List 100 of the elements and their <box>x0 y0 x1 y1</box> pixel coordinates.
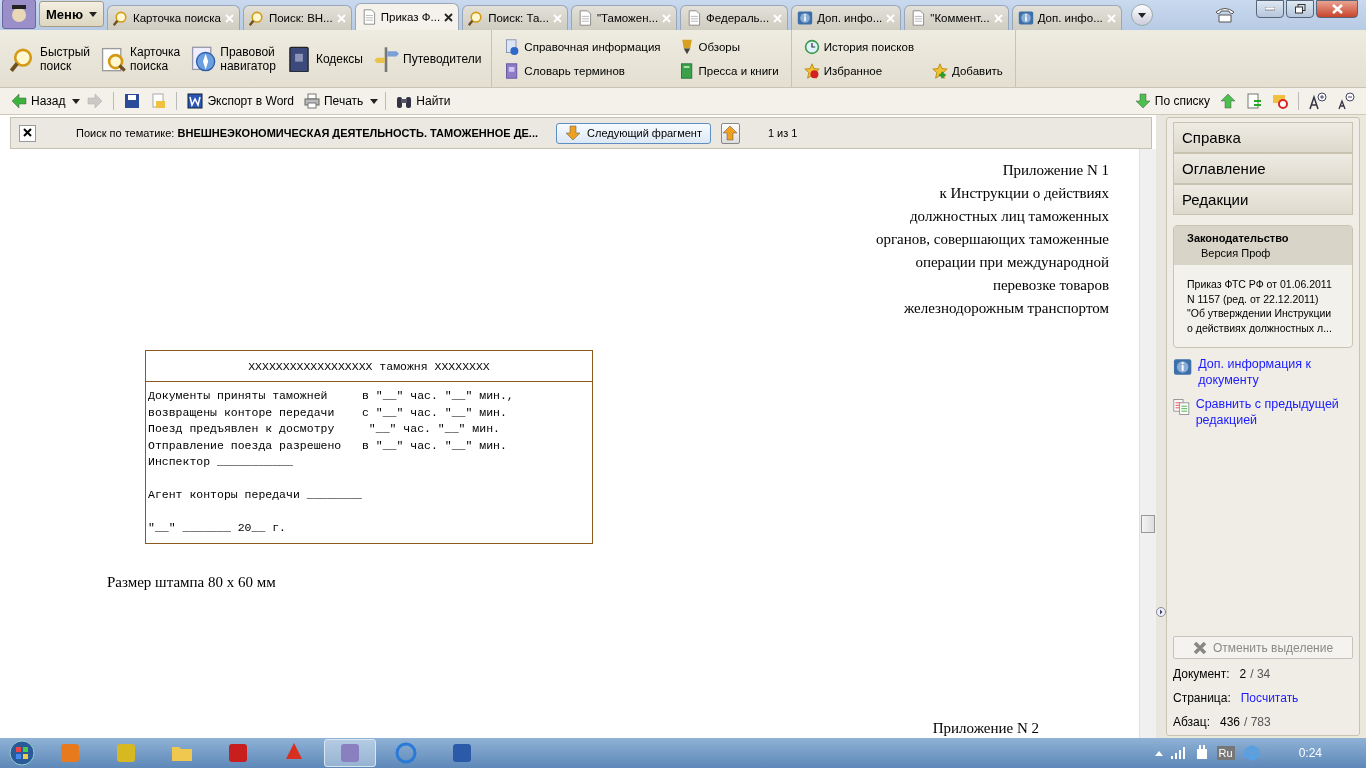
caret-up-icon <box>1154 750 1163 756</box>
star-icon <box>932 62 948 79</box>
sidebar-section[interactable]: Редакции <box>1173 184 1353 215</box>
tab[interactable]: "Коммент... <box>904 5 1009 30</box>
appendix-heading-line: операции при международной <box>915 253 1109 272</box>
sidebar-section[interactable]: Оглавление <box>1173 153 1353 184</box>
close-icon <box>1331 4 1343 14</box>
scrollbar-thumb <box>1141 514 1155 533</box>
fragment-counter: 1 из 1 <box>767 127 798 139</box>
language-indicator: Ru <box>1216 746 1235 760</box>
document-title-text: Приказ ФТС РФ от 01.06.2011 N 1157 (ред. от 22.12.2011) "Об утверждении Инструкции о действиях должностных л... <box>1186 277 1333 336</box>
sidebar-section[interactable]: Справка <box>1173 122 1353 153</box>
document-icon <box>686 10 703 26</box>
tab[interactable]: Федераль... <box>680 5 789 30</box>
tabs-dropdown-button[interactable] <box>1130 4 1153 26</box>
book-icon <box>678 62 695 79</box>
close-icon <box>1106 13 1116 23</box>
search-card-icon <box>100 45 126 72</box>
ribbon-link[interactable]: Пресса и книги <box>678 62 779 79</box>
tab[interactable]: Поиск: Та... <box>462 5 568 30</box>
find-button[interactable]: Найти <box>393 93 454 109</box>
expand-button[interactable] <box>1156 606 1166 618</box>
tab[interactable]: Доп. инфо... <box>1011 5 1122 30</box>
appendix-heading-line: Приложение N 1 <box>1002 161 1109 180</box>
document-arrows-icon <box>1246 93 1262 109</box>
document-icon <box>910 10 927 26</box>
info-icon <box>1017 10 1034 26</box>
ribbon-link[interactable]: Добавить <box>932 62 1003 79</box>
tab[interactable]: Приказ Ф... <box>354 3 460 30</box>
caret-icon <box>72 98 81 104</box>
close-button[interactable] <box>19 124 36 142</box>
font-increase-button[interactable] <box>1306 92 1330 110</box>
ribbon-link[interactable]: Словарь терминов <box>504 62 661 79</box>
next-fragment-button[interactable]: Следующий фрагмент <box>556 122 711 144</box>
caret-icon <box>89 11 97 17</box>
clock: 0:24 <box>1298 746 1322 760</box>
cross-icon <box>1192 640 1207 655</box>
status-label: Абзац: <box>1173 715 1210 731</box>
info-icon <box>797 10 814 26</box>
restore-button[interactable] <box>1286 0 1314 18</box>
ribbon-button[interactable]: Быстрый поиск <box>10 44 90 73</box>
signal-icon <box>1170 747 1187 759</box>
close-icon <box>224 13 234 23</box>
menu-button[interactable]: Меню <box>39 1 104 27</box>
appendix-heading-line: к Инструкции о действиях <box>939 184 1109 203</box>
by-list-button[interactable]: По списку <box>1131 93 1213 109</box>
minimize-icon <box>1265 7 1275 11</box>
sidebar-link[interactable]: Сравнить с предыдущей редакцией <box>1173 396 1353 428</box>
envelope-icon <box>150 93 167 109</box>
up-arrow-icon <box>1220 93 1236 109</box>
close-icon <box>552 13 562 23</box>
appendix-heading-line: должностных лиц таможенных <box>910 207 1109 226</box>
card-title: Законодательство <box>1187 232 1290 244</box>
taskbar-app[interactable] <box>324 739 376 767</box>
count-link[interactable]: Посчитать <box>1240 691 1299 707</box>
ribbon-link[interactable]: История поисков <box>803 38 914 55</box>
appendix-heading-line: железнодорожным транспортом <box>903 299 1109 318</box>
info-icon <box>1173 356 1193 378</box>
ribbon-link[interactable]: Избранное <box>803 62 914 79</box>
font-increase-icon <box>1309 92 1327 110</box>
back-button[interactable]: Назад <box>8 93 69 109</box>
ribbon-button[interactable]: Путеводители <box>373 45 482 72</box>
status-value: 2 <box>1239 667 1247 683</box>
ribbon-button[interactable]: Карточка поиска <box>100 44 181 73</box>
appendix-heading-line: перевозке товаров <box>992 276 1109 295</box>
stamp-line: Агент конторы передачи ________ <box>148 487 363 503</box>
appendix-heading-line: Приложение N 2 <box>932 719 1039 738</box>
close-icon <box>444 12 454 22</box>
tab[interactable]: Поиск: ВН... <box>242 5 352 30</box>
compass-icon <box>190 45 217 72</box>
down-arrow-icon <box>565 125 582 141</box>
ribbon-link[interactable]: Обзоры <box>678 38 779 55</box>
tab[interactable]: Доп. инфо... <box>791 5 902 30</box>
search-icon <box>113 10 129 26</box>
power-plug-icon <box>1194 745 1209 761</box>
stamp-title: XXXXXXXXXXXXXXXXXX таможня XXXXXXXX <box>248 359 490 373</box>
print-button[interactable]: Печать <box>301 93 367 109</box>
status-value: 436 <box>1220 715 1241 731</box>
stamp-line: Инспектор ___________ <box>148 454 294 470</box>
signpost-icon <box>373 45 399 72</box>
ribbon-button[interactable]: Кодексы <box>285 45 363 72</box>
export-word-button[interactable]: Экспорт в Word <box>184 93 297 109</box>
tab[interactable]: "Таможен... <box>570 5 678 30</box>
tab[interactable]: Карточка поиска <box>107 5 240 30</box>
status-label: Документ: <box>1173 667 1230 683</box>
stamp-line: "__" _______ 20__ г. <box>148 520 288 536</box>
up-arrow-icon <box>722 125 739 141</box>
printer-icon <box>304 93 320 109</box>
stamp-line: возвращены конторе передачи с "__" час. "__" мин. <box>148 404 508 421</box>
minimize-button[interactable] <box>1256 0 1284 18</box>
ribbon-button[interactable]: Правовой навигатор <box>190 44 276 73</box>
previous-fragment-button[interactable] <box>720 122 740 144</box>
card-subtitle: Версия Проф <box>1200 247 1272 259</box>
ribbon-link[interactable]: Справочная информация <box>504 38 661 55</box>
caret-icon <box>1137 12 1146 18</box>
app-logo <box>2 0 36 29</box>
no-marker-icon <box>1272 93 1288 109</box>
sidebar-link[interactable]: Доп. информация к документу <box>1173 356 1353 388</box>
windows-logo-icon <box>9 740 35 766</box>
box-icon <box>1242 745 1261 761</box>
